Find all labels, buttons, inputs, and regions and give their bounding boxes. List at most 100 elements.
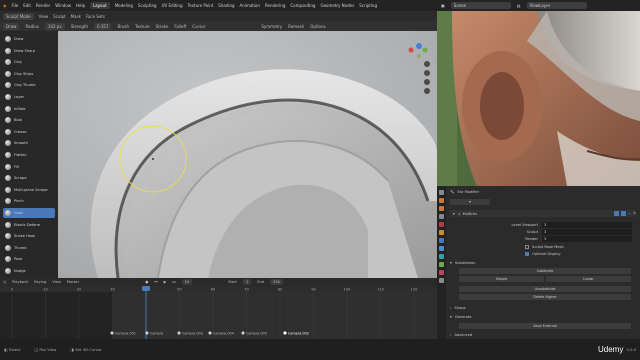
edit-mode-toggle-icon[interactable] [613, 211, 619, 216]
advanced-section[interactable]: › Advanced [450, 331, 636, 338]
subdivide-button[interactable]: Subdivide [459, 268, 631, 274]
menu-file[interactable]: File [12, 3, 19, 8]
texture-menu[interactable]: Texture [135, 24, 150, 29]
3d-viewport[interactable] [58, 31, 437, 278]
scene-selector[interactable]: Scene [450, 2, 511, 9]
delete-higher-button[interactable]: Delete Higher [459, 294, 631, 300]
view-menu[interactable]: View [52, 280, 61, 284]
shape-chevron-icon[interactable]: › [450, 306, 451, 310]
scene-tab-icon[interactable] [439, 214, 444, 219]
simple-button[interactable]: Simple [459, 276, 544, 282]
modifier-menu-icon[interactable]: ⌄ [628, 211, 631, 216]
level-viewport-field[interactable]: 3 [542, 221, 632, 228]
playback-menu[interactable]: Playback [12, 280, 28, 284]
strength-field[interactable]: 0.357 [94, 22, 112, 30]
delete-modifier-icon[interactable]: × [633, 211, 636, 216]
tab-shading[interactable]: Shading [218, 3, 234, 8]
tool-scrape[interactable]: Scrape [3, 173, 55, 183]
tool-pinch[interactable]: Pinch [3, 196, 55, 206]
menu-window[interactable]: Window [55, 3, 71, 8]
tool-draw[interactable]: Draw [3, 34, 55, 44]
stroke-menu[interactable]: Stroke [156, 24, 169, 29]
tool-smooth[interactable]: Smooth [3, 138, 55, 148]
current-frame-field[interactable]: 10 [181, 279, 193, 285]
blender-logo-icon[interactable]: ◉ [3, 3, 7, 8]
menu-face-sets[interactable]: Face Sets [86, 14, 105, 19]
sculpt-level-field[interactable]: 3 [542, 228, 632, 235]
jump-end-icon[interactable]: ⏭ [172, 280, 175, 284]
generate-chevron-icon[interactable]: ▾ [450, 315, 452, 319]
tool-elastic-deform[interactable]: Elastic Deform [3, 220, 55, 230]
tab-animation[interactable]: Animation [240, 3, 260, 8]
save-external-button[interactable]: Save External [459, 323, 631, 329]
mode-selector[interactable]: Sculpt Mode [3, 12, 34, 20]
navigation-gizmo[interactable] [405, 36, 433, 116]
tab-uv-editing[interactable]: UV Editing [162, 3, 183, 8]
start-frame-field[interactable]: 1 [242, 279, 252, 285]
keying-menu[interactable]: Keying [34, 280, 46, 284]
menu-view[interactable]: View [39, 14, 49, 19]
optimal-display-checkbox[interactable] [525, 251, 529, 256]
tool-thumb[interactable]: Thumb [3, 243, 55, 253]
tool-tab-icon[interactable] [439, 190, 444, 195]
advanced-chevron-icon[interactable]: › [450, 333, 451, 337]
end-frame-field[interactable]: 250 [270, 279, 283, 285]
marker-menu[interactable]: Marker [67, 280, 79, 284]
generate-section[interactable]: ▾ Generate [450, 313, 636, 320]
brush-selector[interactable]: Draw [3, 22, 20, 30]
modifier-name[interactable]: Multires [463, 212, 477, 216]
data-tab-icon[interactable] [439, 262, 444, 267]
physics-tab-icon[interactable] [439, 254, 444, 259]
menu-help[interactable]: Help [76, 3, 85, 8]
tool-nudge[interactable]: Nudge [3, 266, 55, 276]
tool-pose[interactable]: Pose [3, 254, 55, 264]
tool-clay-thumb[interactable]: Clay Thumb [3, 80, 55, 90]
particles-tab-icon[interactable] [439, 246, 444, 251]
render-level-field[interactable]: 3 [542, 235, 632, 242]
tool-blob[interactable]: Blob [3, 115, 55, 125]
tool-clay-strips[interactable]: Clay Strips [3, 69, 55, 79]
menu-sculpt[interactable]: Sculpt [53, 14, 66, 19]
object-tab-icon[interactable] [439, 230, 444, 235]
falloff-menu[interactable]: Falloff [174, 24, 186, 29]
tool-grab[interactable]: Grab [3, 208, 55, 218]
timeline-area[interactable]: 0102030405060708090100110120130 Camera.0… [0, 286, 437, 339]
output-tab-icon[interactable] [439, 206, 444, 211]
menu-mask[interactable]: Mask [71, 14, 81, 19]
modifier-header[interactable]: ▾ ◈ Multires ⌄ × [450, 210, 636, 217]
jump-start-icon[interactable]: ⏮ [154, 280, 157, 284]
texture-tab-icon[interactable] [439, 278, 444, 283]
tool-fill[interactable]: Fill [3, 162, 55, 172]
record-icon[interactable]: ● [145, 280, 148, 284]
tab-geometry-nodes[interactable]: Geometry Nodes [320, 3, 354, 8]
menu-render[interactable]: Render [36, 3, 50, 8]
brush-menu[interactable]: Brush [117, 24, 129, 29]
tool-clay[interactable]: Clay [3, 57, 55, 67]
sculpt-base-checkbox[interactable] [525, 244, 529, 249]
viewport-toggle-icon[interactable] [620, 211, 626, 216]
expand-chevron-icon[interactable]: ▾ [453, 212, 455, 216]
linear-button[interactable]: Linear [546, 276, 631, 282]
render-tab-icon[interactable] [439, 198, 444, 203]
tool-layer[interactable]: Layer [3, 92, 55, 102]
unsubdivide-button[interactable]: Unsubdivide [459, 286, 631, 292]
remesh-menu[interactable]: Remesh [288, 24, 304, 29]
cursor-menu[interactable]: Cursor [192, 24, 205, 29]
tool-snake-hook[interactable]: Snake Hook [3, 231, 55, 241]
symmetry-menu[interactable]: Symmetry [261, 24, 282, 29]
subdivision-chevron-icon[interactable]: ▾ [450, 261, 452, 265]
tab-layout[interactable]: Layout [90, 2, 110, 9]
radius-field[interactable]: 142 px [44, 22, 65, 30]
options-menu[interactable]: Options [310, 24, 325, 29]
tab-sculpting[interactable]: Sculpting [138, 3, 157, 8]
world-tab-icon[interactable] [439, 222, 444, 227]
play-icon[interactable]: ▶ [164, 280, 167, 284]
tool-multi-plane-scrape[interactable]: Multi-plane Scrape [3, 185, 55, 195]
material-tab-icon[interactable] [439, 270, 444, 275]
tool-crease[interactable]: Crease [3, 127, 55, 137]
tab-rendering[interactable]: Rendering [265, 3, 285, 8]
tool-flatten[interactable]: Flatten [3, 150, 55, 160]
shape-section[interactable]: › Shape [450, 304, 636, 311]
menu-edit[interactable]: Edit [23, 3, 31, 8]
tool-inflate[interactable]: Inflate [3, 104, 55, 114]
